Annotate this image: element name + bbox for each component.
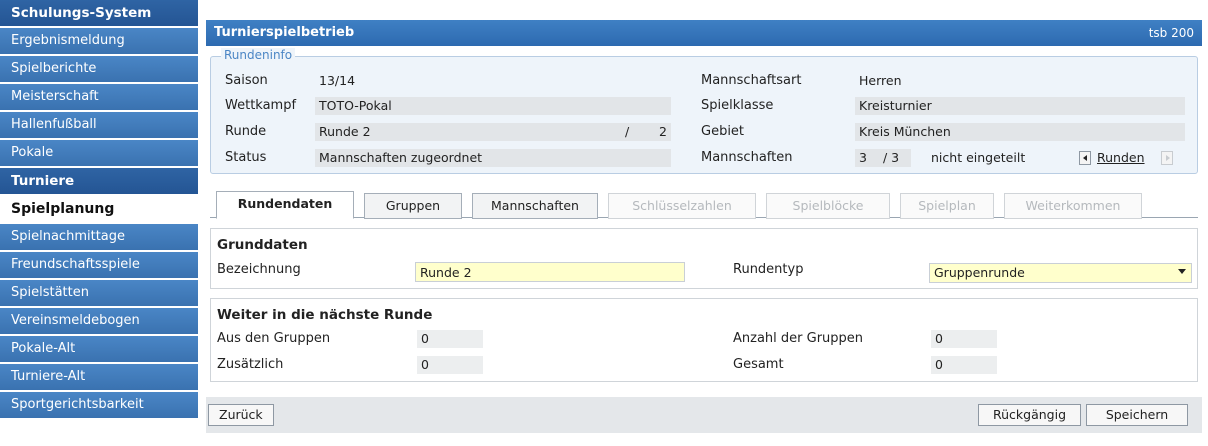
sidebar-item-sportgerichtsbarkeit[interactable]: Sportgerichtsbarkeit <box>0 392 198 420</box>
mannschaften-label: Mannschaften <box>701 150 793 165</box>
runden-link[interactable]: Runden <box>1097 149 1145 167</box>
gebiet-value: Kreis München <box>855 123 1185 141</box>
spielklasse-value: Kreisturnier <box>855 97 1185 115</box>
tab-rundendaten[interactable]: Rundendaten <box>216 191 354 219</box>
save-button[interactable]: Speichern <box>1086 404 1188 426</box>
rundentyp-label: Rundentyp <box>733 262 804 277</box>
aus-gruppen-label: Aus den Gruppen <box>217 331 331 346</box>
sidebar: Schulungs-System Ergebnismeldung Spielberi… <box>0 0 198 446</box>
title-bar: Turnierspielbetrieb tsb 200 <box>206 20 1202 46</box>
mannschaftsart-label: Mannschaftsart <box>701 73 802 88</box>
grunddaten-title: Grunddaten <box>217 237 308 253</box>
mannschaftsart-value: Herren <box>859 73 902 88</box>
weiter-title: Weiter in die nächste Runde <box>217 307 433 323</box>
aus-gruppen-value: 0 <box>417 330 483 348</box>
anzahl-gruppen-label: Anzahl der Gruppen <box>733 331 864 346</box>
weiter-panel: Weiter in die nächste Runde Aus den Grup… <box>210 298 1198 382</box>
tab-weiterkommen[interactable]: Weiterkommen <box>1004 193 1142 219</box>
bezeichnung-label: Bezeichnung <box>217 262 301 277</box>
sidebar-item-turniere-alt[interactable]: Turniere-Alt <box>0 364 198 392</box>
sidebar-item-pokale-alt[interactable]: Pokale-Alt <box>0 336 198 364</box>
zusaetzlich-value: 0 <box>417 356 483 374</box>
rundeninfo-panel: Rundeninfo Saison 13/14 Wettkampf TOTO-P… <box>210 48 1198 174</box>
prev-round-button[interactable] <box>1079 151 1091 165</box>
sidebar-item-meisterschaft[interactable]: Meisterschaft <box>0 84 198 112</box>
runde-separator: / <box>625 124 630 139</box>
gebiet-label: Gebiet <box>701 124 745 139</box>
status-value: Mannschaften zugeordnet <box>315 149 671 167</box>
next-round-button[interactable] <box>1161 151 1173 165</box>
tab-schl-sselzahlen[interactable]: Schlüsselzahlen <box>608 193 756 219</box>
screen-code: tsb 200 <box>1148 26 1194 40</box>
wettkampf-label: Wettkampf <box>225 98 297 113</box>
sidebar-item-pokale[interactable]: Pokale <box>0 140 198 168</box>
sidebar-item-ergebnismeldung[interactable]: Ergebnismeldung <box>0 28 198 56</box>
sidebar-item-vereinsmeldebogen[interactable]: Vereinsmeldebogen <box>0 308 198 336</box>
chevron-down-icon <box>1178 269 1186 274</box>
undo-button[interactable]: Rückgängig <box>978 404 1081 426</box>
rundeninfo-legend: Rundeninfo <box>221 48 296 62</box>
sidebar-item-spielnachmittage[interactable]: Spielnachmittage <box>0 224 198 252</box>
bottom-bar: Zurück Rückgängig Speichern <box>206 397 1202 433</box>
status-label: Status <box>225 150 267 165</box>
sidebar-item-spielplanung[interactable]: Spielplanung <box>0 196 198 224</box>
tab-bar: Rundendaten Gruppen Mannschaften Schlüsselz… <box>210 191 1198 219</box>
mannschaften-note: nicht eingeteilt <box>931 150 1026 165</box>
tab-gruppen[interactable]: Gruppen <box>364 193 462 219</box>
sidebar-item-freundschaftsspiele[interactable]: Freundschaftsspiele <box>0 252 198 280</box>
arrow-right-icon <box>1166 155 1170 161</box>
wettkampf-value: TOTO-Pokal <box>315 97 671 115</box>
tab-mannschaften[interactable]: Mannschaften <box>472 193 598 219</box>
page-title: Turnierspielbetrieb <box>214 25 355 40</box>
sidebar-item-schulungs-system[interactable]: Schulungs-System <box>0 0 198 28</box>
spielklasse-label: Spielklasse <box>701 98 774 113</box>
sidebar-item-spielst-tten[interactable]: Spielstätten <box>0 280 198 308</box>
runde-total: 2 <box>659 124 667 139</box>
zusaetzlich-label: Zusätzlich <box>217 357 284 372</box>
bezeichnung-input[interactable] <box>415 262 685 282</box>
runde-label: Runde <box>225 124 267 139</box>
arrow-left-icon <box>1083 155 1087 161</box>
anzahl-gruppen-value: 0 <box>931 330 997 348</box>
tab-spielplan[interactable]: Spielplan <box>900 193 994 219</box>
sidebar-item-turniere[interactable]: Turniere <box>0 168 198 196</box>
runde-value: Runde 2 <box>315 123 671 141</box>
sidebar-item-spielberichte[interactable]: Spielberichte <box>0 56 198 84</box>
back-button[interactable]: Zurück <box>208 404 274 426</box>
main-area: Turnierspielbetrieb tsb 200 Rundeninfo S… <box>206 0 1202 446</box>
gesamt-label: Gesamt <box>733 357 784 372</box>
gesamt-value: 0 <box>931 356 997 374</box>
rundentyp-value: Gruppenrunde <box>934 265 1025 280</box>
tab-spielbl-cke[interactable]: Spielblöcke <box>766 193 890 219</box>
rundentyp-select[interactable]: Gruppenrunde <box>929 263 1192 283</box>
saison-value: 13/14 <box>319 73 356 88</box>
saison-label: Saison <box>225 73 268 88</box>
sidebar-item-hallenfu-ball[interactable]: Hallenfußball <box>0 112 198 140</box>
mannschaften-total: / 3 <box>883 150 900 165</box>
grunddaten-panel: Grunddaten Bezeichnung Rundentyp Gruppen… <box>210 228 1198 289</box>
